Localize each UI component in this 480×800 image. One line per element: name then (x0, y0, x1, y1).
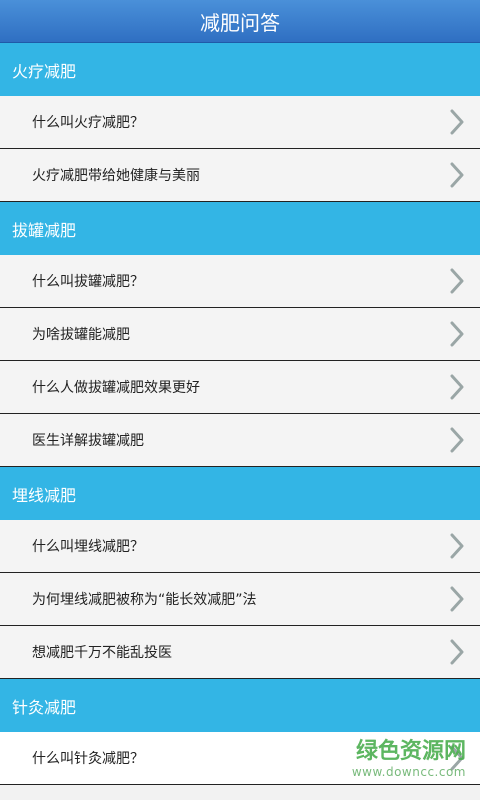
section-header-maixian: 埋线减肥 (0, 467, 480, 520)
app-title: 减肥问答 (200, 10, 280, 35)
list-item[interactable]: 想减肥千万不能乱投医 (0, 626, 480, 679)
chevron-right-icon (448, 584, 466, 614)
watermark-logo: 绿色资源网 www.downcc.com (351, 739, 466, 779)
list-item-label: 医生详解拔罐减肥 (32, 433, 144, 449)
chevron-right-icon (448, 425, 466, 455)
section-title: 拔罐减肥 (12, 220, 77, 240)
chevron-right-icon (448, 531, 466, 561)
chevron-right-icon (448, 372, 466, 402)
chevron-right-icon (448, 319, 466, 349)
list-item[interactable]: 医生详解拔罐减肥 (0, 414, 480, 467)
list-item-label: 火疗减肥带给她健康与美丽 (32, 168, 200, 184)
app-bar: 减肥问答 (0, 0, 480, 43)
list-item-label: 为何埋线减肥被称为“能长效减肥”法 (32, 592, 257, 608)
watermark-title: 绿色资源网 (355, 739, 466, 764)
list-item-label: 什么叫拔罐减肥？ (32, 274, 144, 290)
chevron-right-icon (448, 637, 466, 667)
chevron-right-icon (448, 107, 466, 137)
section-title: 针灸减肥 (12, 697, 77, 717)
section-header-huoliao: 火疗减肥 (0, 43, 480, 96)
qa-list: 火疗减肥 什么叫火疗减肥？ 火疗减肥带给她健康与美丽 拔罐减肥 什么叫拔罐减肥？… (0, 43, 480, 785)
list-item-label: 什么叫针灸减肥？ (32, 751, 144, 767)
list-item-label: 想减肥千万不能乱投医 (32, 645, 172, 661)
list-item[interactable]: 火疗减肥带给她健康与美丽 (0, 149, 480, 202)
list-item-label: 为啥拔罐能减肥 (32, 327, 130, 343)
list-item-label: 什么叫火疗减肥？ (32, 115, 144, 131)
list-item[interactable]: 为何埋线减肥被称为“能长效减肥”法 (0, 573, 480, 626)
list-item[interactable]: 什么叫火疗减肥？ (0, 96, 480, 149)
section-header-zhenjiu: 针灸减肥 (0, 679, 480, 732)
list-item[interactable]: 为啥拔罐能减肥 (0, 308, 480, 361)
list-item-label: 什么叫埋线减肥？ (32, 539, 144, 555)
chevron-right-icon (448, 266, 466, 296)
section-header-baguan: 拔罐减肥 (0, 202, 480, 255)
list-item[interactable]: 什么叫拔罐减肥？ (0, 255, 480, 308)
list-item[interactable]: 什么人做拔罐减肥效果更好 (0, 361, 480, 414)
section-title: 火疗减肥 (12, 61, 77, 81)
watermark-url: www.downcc.com (351, 765, 466, 779)
list-item-label: 什么人做拔罐减肥效果更好 (32, 380, 200, 396)
section-title: 埋线减肥 (12, 485, 77, 505)
chevron-right-icon (448, 160, 466, 190)
list-item[interactable]: 什么叫埋线减肥？ (0, 520, 480, 573)
